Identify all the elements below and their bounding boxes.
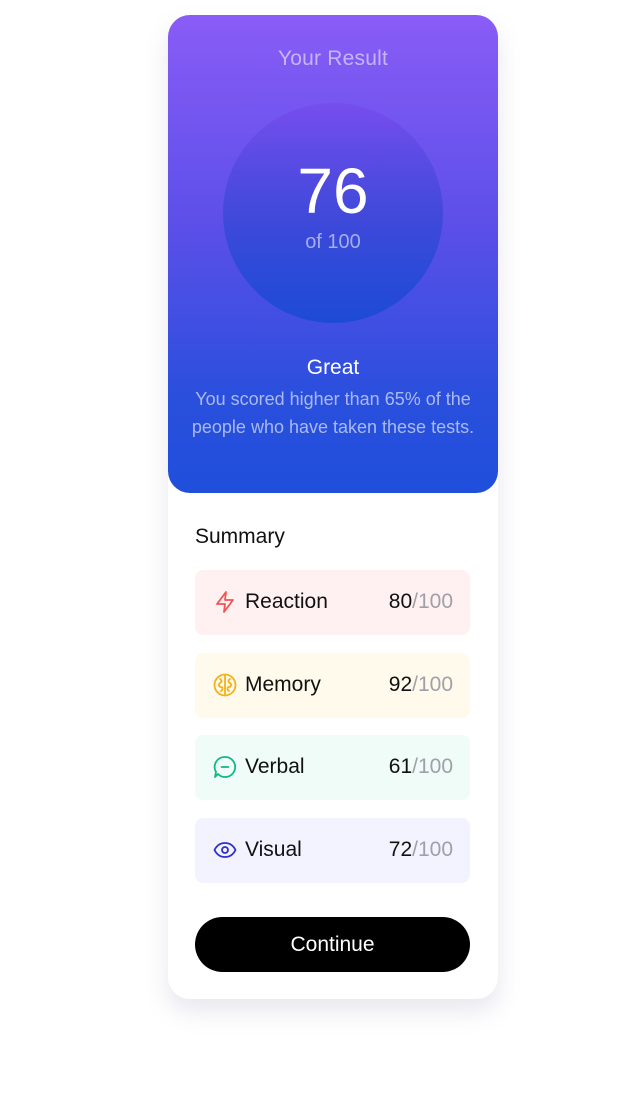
summary-item-label: Visual bbox=[245, 837, 302, 861]
summary-item-score: 61/100 bbox=[388, 755, 453, 778]
grade-label: Great bbox=[306, 356, 360, 379]
score-circle: 76 of 100 bbox=[223, 103, 443, 323]
eye-icon bbox=[213, 838, 237, 862]
summary-item-memory: Memory 92/100 bbox=[195, 652, 470, 718]
summary-item-visual: Visual 72/100 bbox=[195, 817, 470, 883]
score-value: 76 bbox=[297, 155, 369, 227]
result-card: Your Result 76 of 100 Great You scored h… bbox=[168, 15, 498, 999]
summary-title: Summary bbox=[195, 525, 285, 548]
grade-description: You scored higher than 65% of the people… bbox=[191, 389, 475, 437]
summary-item-label: Verbal bbox=[245, 755, 305, 778]
summary-item-verbal: Verbal 61/100 bbox=[195, 735, 470, 800]
summary-item-reaction: Reaction 80/100 bbox=[195, 570, 470, 635]
summary-item-label: Memory bbox=[245, 672, 321, 696]
lightning-icon bbox=[213, 590, 237, 614]
summary-item-score: 80/100 bbox=[388, 590, 453, 613]
score-total: of 100 bbox=[305, 231, 361, 253]
summary-item-score: 72/100 bbox=[388, 837, 453, 861]
result-title: Your Result bbox=[278, 47, 388, 70]
brain-icon bbox=[213, 673, 237, 697]
summary-item-score: 92/100 bbox=[388, 672, 453, 696]
result-panel: Your Result 76 of 100 Great You scored h… bbox=[168, 15, 498, 493]
summary-list: Reaction 80/100 Memory 92/100 Verbal 61/… bbox=[195, 570, 470, 900]
chat-bubble-icon bbox=[213, 755, 237, 779]
summary-item-label: Reaction bbox=[245, 590, 328, 613]
continue-button[interactable]: Continue bbox=[195, 917, 470, 972]
